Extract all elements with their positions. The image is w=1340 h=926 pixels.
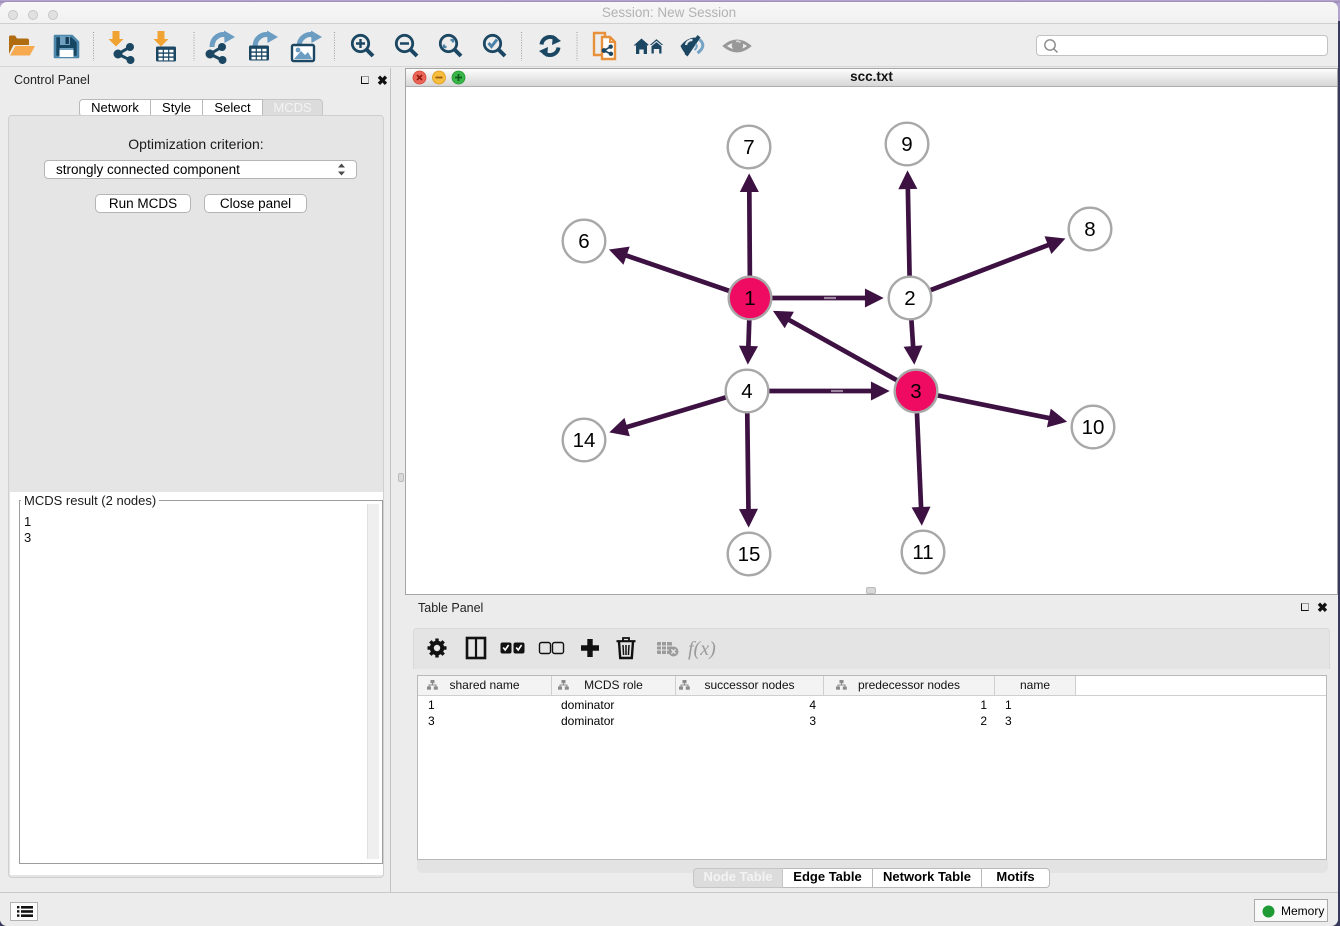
svg-text:10: 10	[1082, 416, 1105, 439]
svg-text:8: 8	[1084, 218, 1095, 241]
svg-text:9: 9	[901, 133, 912, 156]
svg-text:1: 1	[744, 287, 755, 310]
svg-text:4: 4	[741, 380, 752, 403]
svg-text:15: 15	[738, 543, 761, 566]
svg-text:7: 7	[743, 136, 754, 159]
svg-text:2: 2	[904, 287, 915, 310]
svg-text:f(x): f(x)	[688, 638, 716, 660]
svg-text:14: 14	[573, 429, 596, 452]
svg-text:6: 6	[578, 230, 589, 253]
svg-text:3: 3	[910, 380, 921, 403]
svg-text:11: 11	[912, 541, 933, 564]
